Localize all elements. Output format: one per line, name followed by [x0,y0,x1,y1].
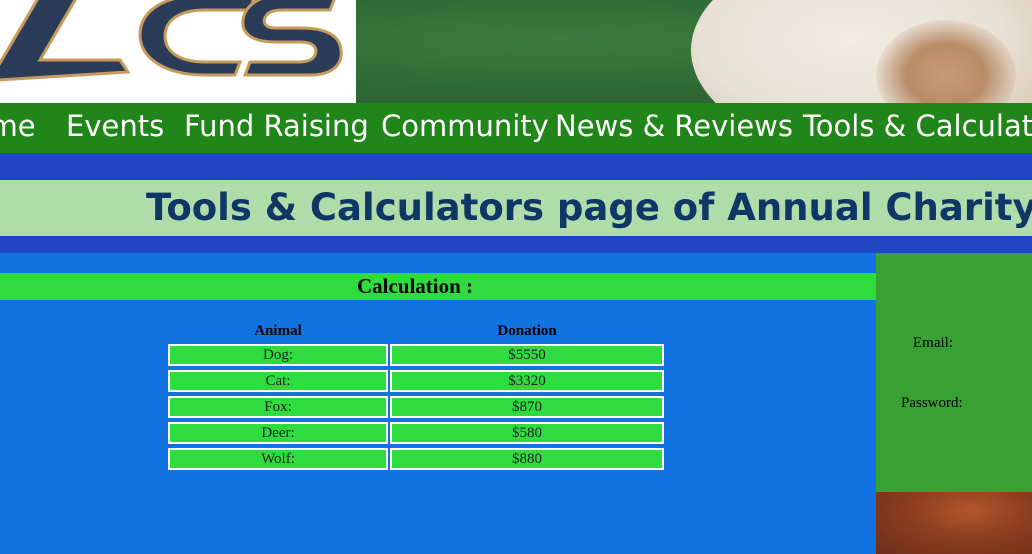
main-nav: Home Events Fund Raising Community News … [0,103,1032,153]
animal-cell: Cat: [168,370,388,392]
animal-cell: Fox: [168,396,388,418]
nav-item-fund-raising[interactable]: Fund Raising [184,109,369,143]
animal-cell: Deer: [168,422,388,444]
calculation-heading: Calculation : [356,274,474,298]
nav-item-events[interactable]: Events [66,109,164,143]
nav-item-home[interactable]: Home [0,109,36,143]
donation-cell: $5550 [390,344,664,366]
sidebar-photo [876,492,1032,554]
login-sidebar: Email: Password: [876,253,1032,492]
nav-item-news-reviews[interactable]: News & Reviews [555,109,793,143]
column-header-donation: Donation [497,323,557,339]
calculation-heading-bar: Calculation : [0,273,876,300]
header-cat-photo [356,0,1032,103]
nav-item-tools-calculators[interactable]: Tools & Calculators [803,109,1032,143]
acs-logo-graphic [0,0,343,82]
donation-cell: $3320 [390,370,664,392]
column-header-animal: Animal [254,323,302,339]
main-content: Calculation : Animal Donation Dog: $5550… [0,253,876,554]
site-header [0,0,1032,103]
donation-cell: $580 [390,422,664,444]
site-logo[interactable] [0,0,356,103]
title-strip: Tools & Calculators page of Annual Chari… [0,180,1032,236]
donation-cell: $880 [390,448,664,470]
animal-cell: Wolf: [168,448,388,470]
page-title: Tools & Calculators page of Annual Chari… [146,186,1032,229]
nav-item-community[interactable]: Community [381,109,549,143]
animal-cell: Dog: [168,344,388,366]
donation-cell: $870 [390,396,664,418]
email-label: Email: [913,335,953,351]
password-label: Password: [901,395,963,411]
